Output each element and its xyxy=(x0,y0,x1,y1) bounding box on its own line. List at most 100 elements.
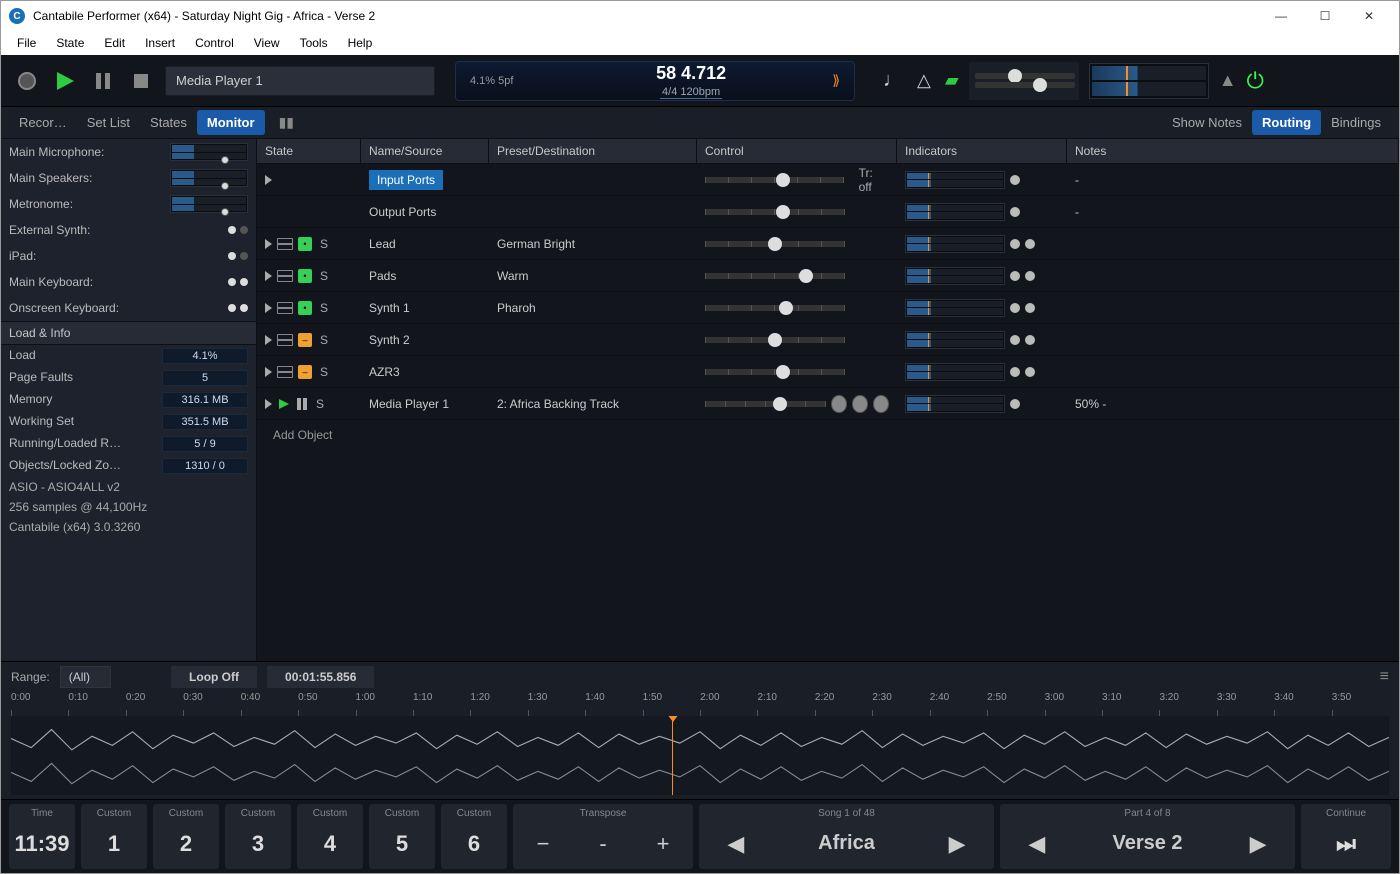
gain-slider[interactable] xyxy=(705,401,826,407)
expand-icon[interactable] xyxy=(265,271,272,281)
transpose-control[interactable]: Transpose − - + xyxy=(513,804,693,869)
playhead-marker[interactable] xyxy=(672,716,673,795)
ruler-tick[interactable]: 3:40 xyxy=(1274,692,1331,716)
routing-row[interactable]: Output Ports- xyxy=(257,196,1399,228)
close-button[interactable]: ✕ xyxy=(1347,1,1391,31)
play-button[interactable] xyxy=(51,67,79,95)
now-playing-display[interactable]: Media Player 1 xyxy=(165,66,435,96)
ruler-tick[interactable]: 3:10 xyxy=(1102,692,1159,716)
solo-button[interactable]: S xyxy=(317,333,331,347)
routing-row[interactable]: –SSynth 2 xyxy=(257,324,1399,356)
custom-button-2[interactable]: Custom2 xyxy=(153,804,219,869)
tab-monitor[interactable]: Monitor xyxy=(197,110,265,135)
tab-set-list[interactable]: Set List xyxy=(77,110,140,135)
column-header[interactable]: Name/Source xyxy=(361,139,489,163)
routing-row[interactable]: Input PortsTr: off- xyxy=(257,164,1399,196)
ruler-tick[interactable]: 1:30 xyxy=(528,692,585,716)
menu-insert[interactable]: Insert xyxy=(137,33,183,53)
record-button[interactable] xyxy=(13,67,41,95)
expand-icon[interactable] xyxy=(265,335,272,345)
expand-icon[interactable] xyxy=(265,239,272,249)
tab-bindings[interactable]: Bindings xyxy=(1321,110,1391,135)
knob-control[interactable] xyxy=(873,395,889,413)
gain-slider[interactable] xyxy=(705,177,844,183)
routing-row[interactable]: •SPadsWarm xyxy=(257,260,1399,292)
song-name[interactable]: Africa xyxy=(773,832,921,855)
ruler-tick[interactable]: 1:00 xyxy=(356,692,413,716)
ruler-tick[interactable]: 0:40 xyxy=(241,692,298,716)
ruler-tick[interactable]: 1:50 xyxy=(643,692,700,716)
notes-cell[interactable]: - xyxy=(1067,173,1399,187)
notes-cell[interactable]: - xyxy=(1067,205,1399,219)
menu-state[interactable]: State xyxy=(48,33,92,53)
menu-help[interactable]: Help xyxy=(340,33,381,53)
ruler-tick[interactable]: 2:10 xyxy=(757,692,814,716)
warning-icon[interactable]: ▲ xyxy=(1219,70,1237,91)
expand-icon[interactable] xyxy=(265,175,272,185)
tab-routing[interactable]: Routing xyxy=(1252,110,1321,135)
column-header[interactable]: Indicators xyxy=(897,139,1067,163)
enable-toggle[interactable]: • xyxy=(298,237,312,251)
broadcast-icon[interactable]: ⟫ xyxy=(832,72,840,89)
column-header[interactable]: State xyxy=(257,139,361,163)
live-mode-icon[interactable]: ▰ xyxy=(945,70,959,91)
ruler-tick[interactable]: 0:10 xyxy=(68,692,125,716)
part-name[interactable]: Verse 2 xyxy=(1074,832,1222,855)
custom-button-3[interactable]: Custom3 xyxy=(225,804,291,869)
preset-cell[interactable]: 2: Africa Backing Track xyxy=(489,397,697,411)
menu-file[interactable]: File xyxy=(9,33,44,53)
panel-layout-icon[interactable]: ▮▮ xyxy=(271,114,302,131)
tab-recor-[interactable]: Recor… xyxy=(9,110,77,135)
ruler-tick[interactable]: 1:40 xyxy=(585,692,642,716)
solo-button[interactable]: S xyxy=(317,365,331,379)
gain-slider[interactable] xyxy=(705,209,845,215)
expand-icon[interactable] xyxy=(265,399,272,409)
stop-button[interactable] xyxy=(127,67,155,95)
enable-toggle[interactable]: • xyxy=(298,269,312,283)
ruler-tick[interactable]: 3:20 xyxy=(1159,692,1216,716)
custom-button-4[interactable]: Custom4 xyxy=(297,804,363,869)
menu-tools[interactable]: Tools xyxy=(292,33,336,53)
custom-button-1[interactable]: Custom1 xyxy=(81,804,147,869)
ruler-tick[interactable]: 3:50 xyxy=(1332,692,1389,716)
menu-edit[interactable]: Edit xyxy=(96,33,133,53)
enable-toggle[interactable]: • xyxy=(298,301,312,315)
play-icon[interactable] xyxy=(277,397,291,411)
preset-cell[interactable]: Warm xyxy=(489,269,697,283)
transpose-up-button[interactable]: + xyxy=(633,831,693,857)
solo-button[interactable]: S xyxy=(317,237,331,251)
ruler-tick[interactable]: 2:20 xyxy=(815,692,872,716)
level-meter[interactable] xyxy=(170,195,248,213)
column-header[interactable]: Notes xyxy=(1067,139,1399,163)
pause-icon[interactable] xyxy=(296,397,308,411)
ruler-tick[interactable]: 0:00 xyxy=(11,692,68,716)
ruler-tick[interactable]: 2:50 xyxy=(987,692,1044,716)
gain-slider[interactable] xyxy=(705,305,845,311)
column-header[interactable]: Control xyxy=(697,139,897,163)
gain-slider[interactable] xyxy=(705,273,845,279)
solo-button[interactable]: S xyxy=(313,397,327,411)
enable-toggle[interactable]: – xyxy=(298,333,312,347)
maximize-button[interactable]: ☐ xyxy=(1303,1,1347,31)
timeline-menu-icon[interactable]: ≡ xyxy=(1380,668,1389,686)
next-song-button[interactable]: ▶ xyxy=(920,831,994,857)
minimize-button[interactable]: — xyxy=(1259,1,1303,31)
loop-button[interactable]: Loop Off xyxy=(171,666,257,688)
note-icon[interactable]: ♩ xyxy=(883,69,903,92)
level-meter[interactable] xyxy=(170,143,248,161)
custom-button-6[interactable]: Custom6 xyxy=(441,804,507,869)
ruler-tick[interactable]: 0:30 xyxy=(183,692,240,716)
ruler-tick[interactable]: 2:30 xyxy=(872,692,929,716)
continue-button[interactable]: Continue ⏭ xyxy=(1301,804,1391,869)
prev-song-button[interactable]: ◀ xyxy=(699,831,773,857)
ruler-tick[interactable]: 3:30 xyxy=(1217,692,1274,716)
knob-control[interactable] xyxy=(852,395,868,413)
gain-slider[interactable] xyxy=(705,337,845,343)
next-part-button[interactable]: ▶ xyxy=(1221,831,1295,857)
ruler-tick[interactable]: 0:20 xyxy=(126,692,183,716)
solo-button[interactable]: S xyxy=(317,269,331,283)
gain-slider[interactable] xyxy=(705,241,845,247)
solo-button[interactable]: S xyxy=(317,301,331,315)
add-object-link[interactable]: Add Object xyxy=(257,420,1399,450)
routing-row[interactable]: •SSynth 1Pharoh xyxy=(257,292,1399,324)
